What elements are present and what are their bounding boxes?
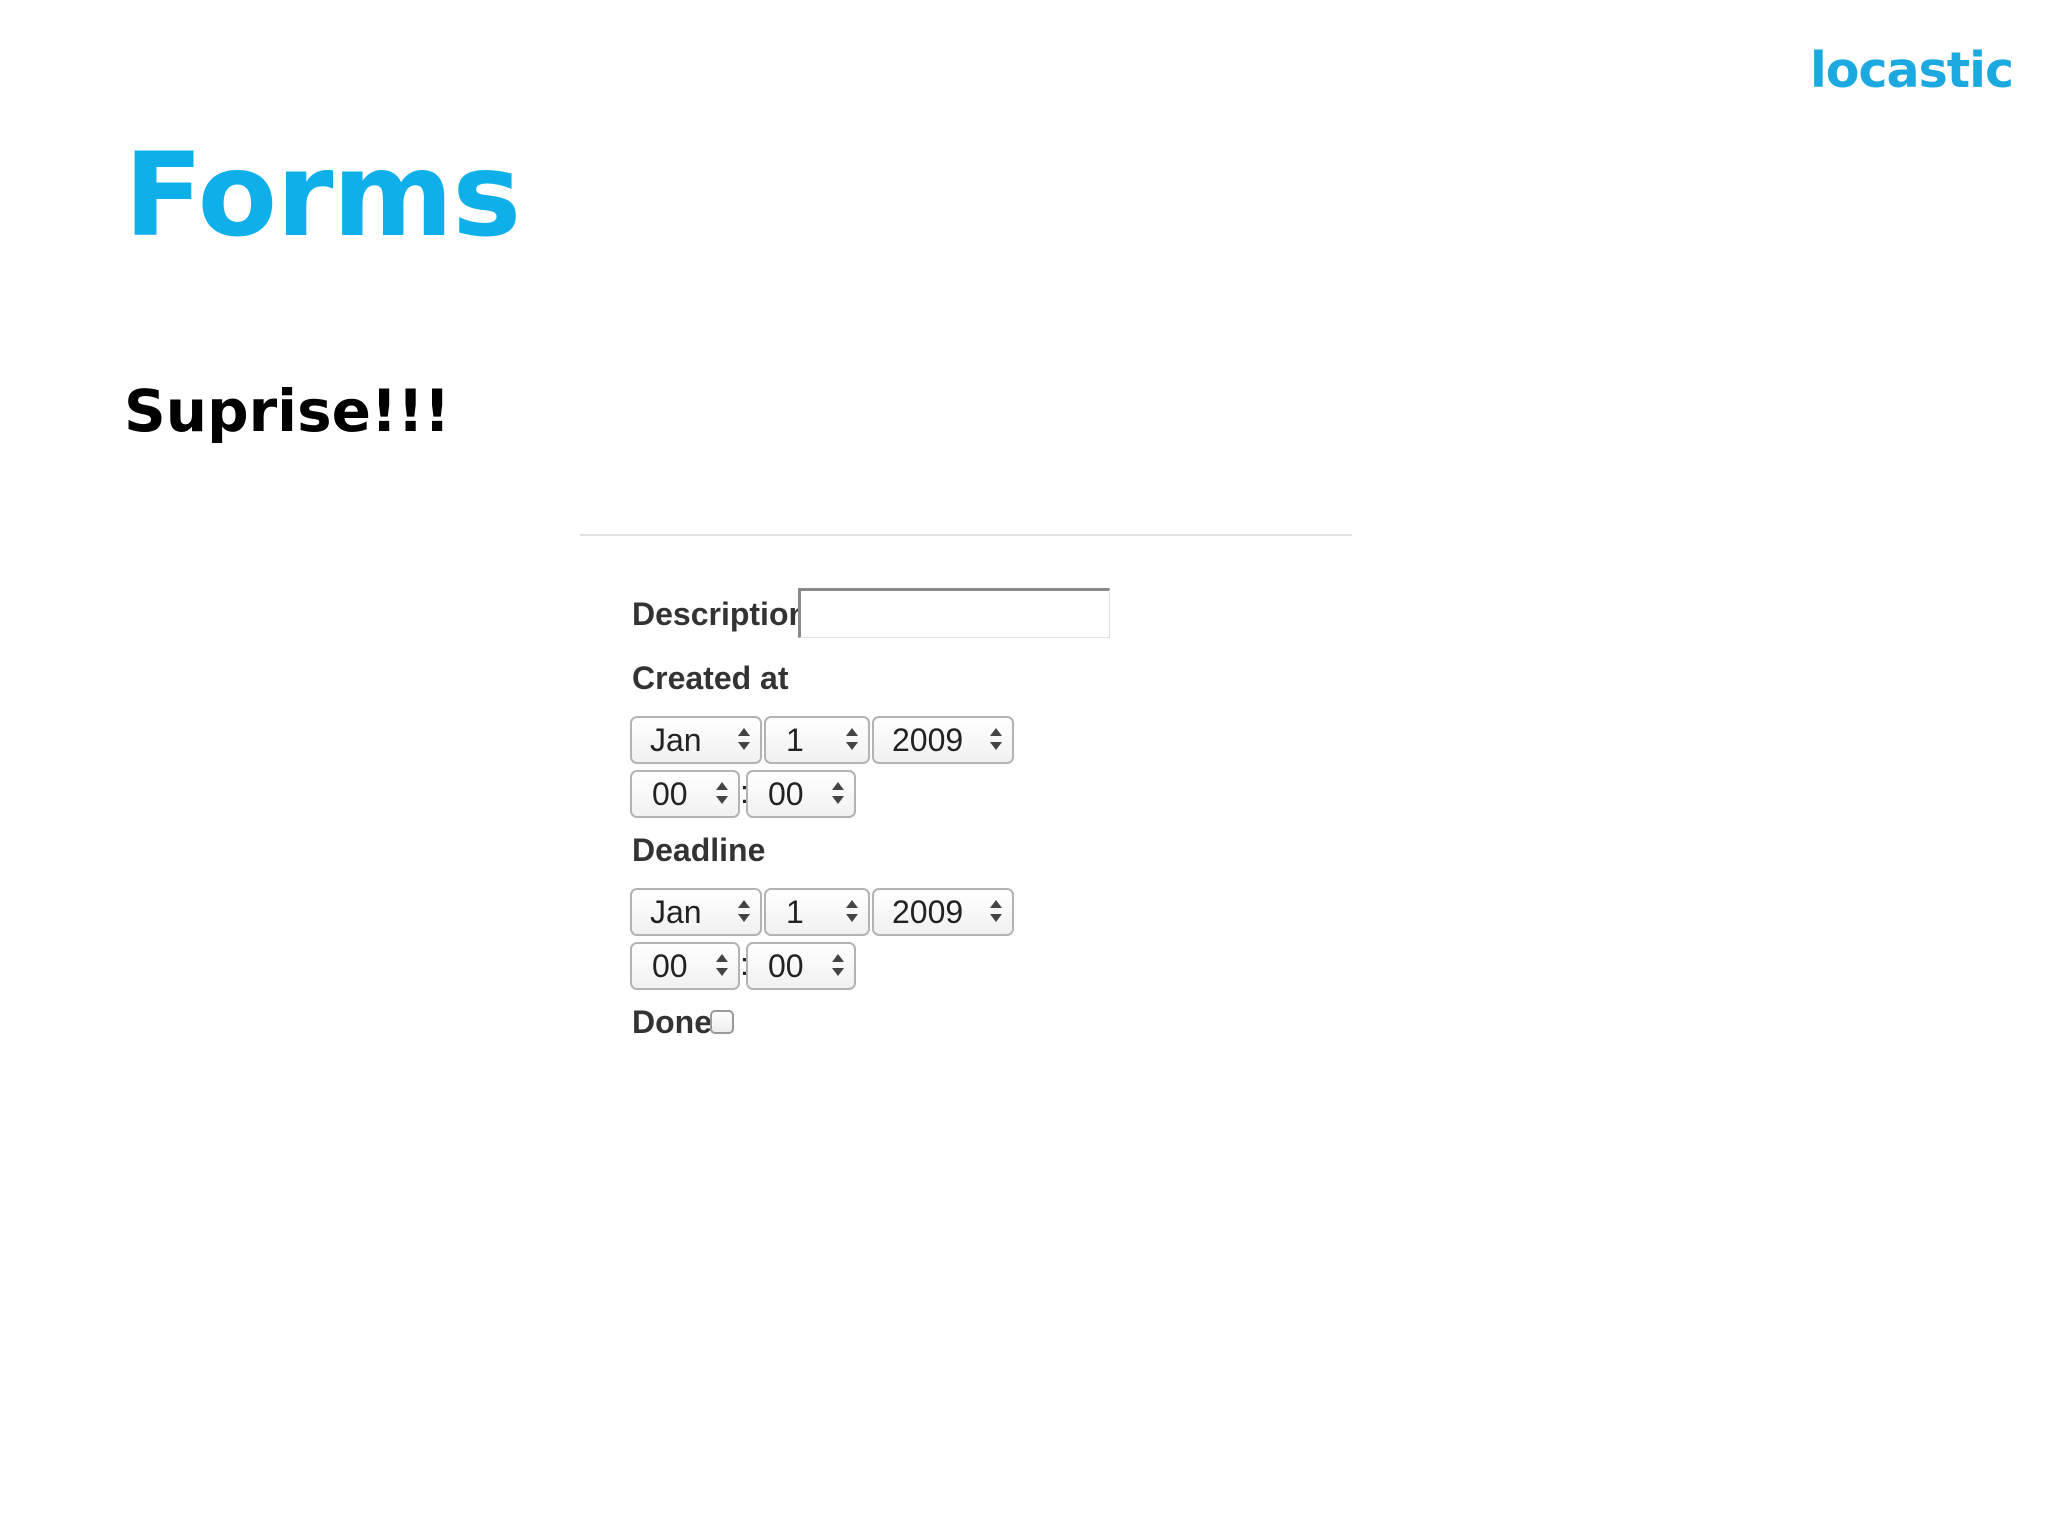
select-arrows-icon	[990, 726, 1002, 754]
description-input[interactable]	[798, 588, 1110, 638]
created-at-hour-select[interactable]: 00	[630, 770, 740, 818]
deadline-minute-select[interactable]: 00	[746, 942, 856, 990]
deadline-day-value: 1	[786, 894, 804, 930]
deadline-year-select[interactable]: 2009	[872, 888, 1014, 936]
deadline-label: Deadline	[632, 832, 766, 868]
select-arrows-icon	[846, 898, 858, 926]
created-at-label: Created at	[632, 660, 789, 696]
description-label: Description	[632, 596, 809, 632]
deadline-hour-value: 00	[652, 948, 688, 984]
deadline-minute-value: 00	[768, 948, 804, 984]
divider-line	[580, 534, 1352, 536]
slide-title: Forms	[124, 128, 521, 263]
created-at-month-value: Jan	[650, 722, 702, 758]
created-at-minute-select[interactable]: 00	[746, 770, 856, 818]
select-arrows-icon	[846, 726, 858, 754]
brand-logo: locastic	[1810, 42, 2014, 99]
deadline-month-select[interactable]: Jan	[630, 888, 762, 936]
slide-subtitle: Suprise!!!	[124, 377, 451, 445]
created-at-hour-value: 00	[652, 776, 688, 812]
form-screenshot: Description Created at Jan 1 2009 00 : 0…	[580, 534, 1352, 1094]
select-arrows-icon	[832, 952, 844, 980]
deadline-month-value: Jan	[650, 894, 702, 930]
created-at-day-value: 1	[786, 722, 804, 758]
created-at-minute-value: 00	[768, 776, 804, 812]
done-checkbox[interactable]	[710, 1010, 734, 1034]
created-at-month-select[interactable]: Jan	[630, 716, 762, 764]
created-at-day-select[interactable]: 1	[764, 716, 870, 764]
select-arrows-icon	[716, 952, 728, 980]
deadline-hour-select[interactable]: 00	[630, 942, 740, 990]
deadline-day-select[interactable]: 1	[764, 888, 870, 936]
select-arrows-icon	[738, 898, 750, 926]
select-arrows-icon	[990, 898, 1002, 926]
select-arrows-icon	[716, 780, 728, 808]
done-label: Done	[632, 1004, 712, 1040]
created-at-year-value: 2009	[892, 722, 964, 758]
created-at-year-select[interactable]: 2009	[872, 716, 1014, 764]
select-arrows-icon	[738, 726, 750, 754]
select-arrows-icon	[832, 780, 844, 808]
deadline-year-value: 2009	[892, 894, 964, 930]
